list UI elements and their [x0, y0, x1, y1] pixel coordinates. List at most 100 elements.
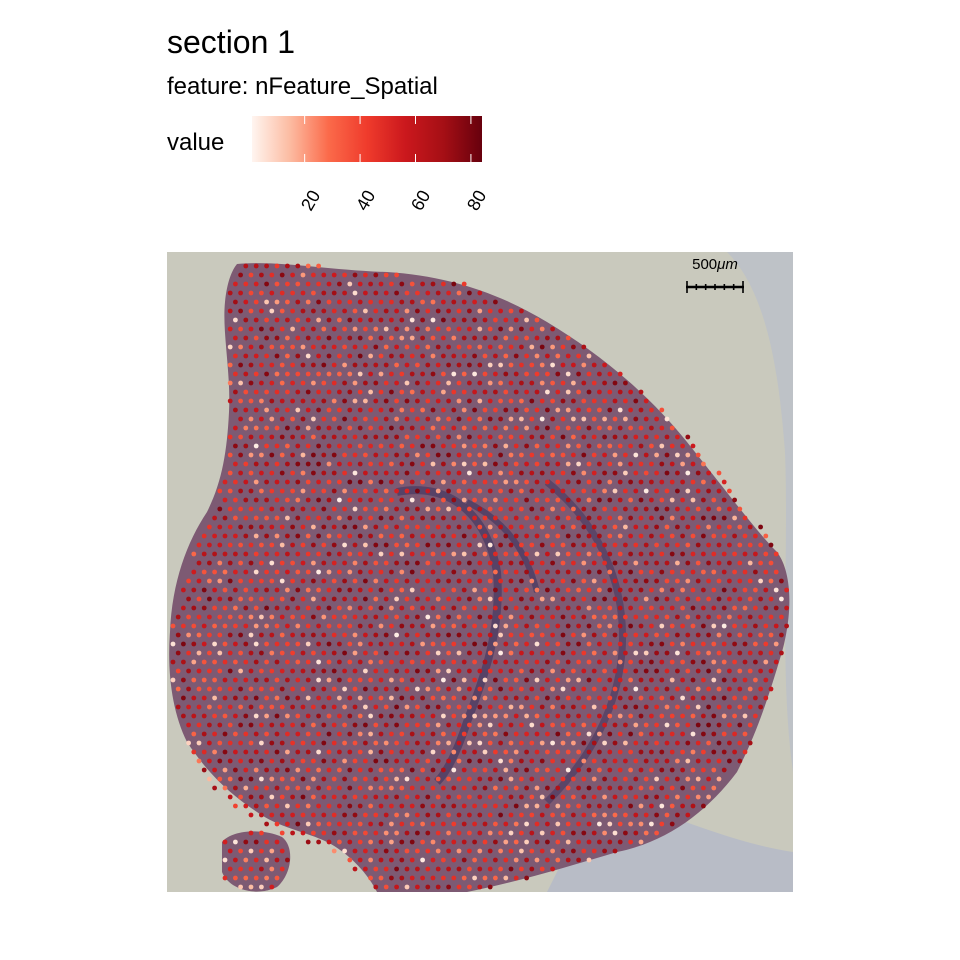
data-point	[597, 461, 602, 467]
data-point	[581, 452, 587, 458]
data-point	[591, 686, 597, 692]
data-point	[331, 650, 337, 656]
data-point	[342, 830, 347, 836]
data-point	[420, 443, 425, 449]
data-point	[259, 740, 264, 746]
data-point	[555, 821, 561, 827]
data-point	[597, 659, 602, 665]
data-point	[373, 848, 379, 854]
data-point	[425, 704, 431, 710]
data-point	[482, 767, 488, 773]
data-point	[659, 803, 665, 809]
data-point	[612, 686, 618, 692]
data-point	[565, 785, 571, 791]
data-point	[747, 740, 753, 746]
data-point	[643, 524, 649, 530]
data-point	[404, 290, 410, 296]
data-point	[456, 560, 462, 566]
data-point	[643, 776, 649, 782]
data-point	[529, 560, 535, 566]
data-point	[477, 704, 483, 710]
data-point	[394, 398, 399, 404]
data-point	[576, 533, 581, 539]
data-point	[529, 614, 535, 620]
data-point	[571, 776, 576, 782]
data-point	[326, 479, 332, 485]
data-point	[305, 497, 311, 503]
data-point	[675, 650, 680, 656]
data-point	[399, 497, 405, 503]
data-point	[602, 704, 607, 710]
data-point	[383, 272, 389, 278]
data-point	[519, 578, 524, 584]
data-point	[368, 821, 373, 827]
data-point	[415, 578, 420, 584]
data-point	[602, 506, 607, 512]
data-point	[643, 488, 649, 494]
data-point	[524, 533, 529, 539]
data-point	[586, 389, 592, 395]
data-point	[638, 803, 644, 809]
data-point	[716, 488, 722, 494]
data-point	[357, 623, 363, 629]
data-point	[300, 398, 306, 404]
data-point	[285, 767, 290, 773]
data-point	[664, 794, 670, 800]
data-point	[233, 497, 238, 503]
data-point	[243, 659, 249, 665]
data-point	[565, 839, 571, 845]
data-point	[269, 290, 275, 296]
data-point	[607, 605, 613, 611]
data-point	[643, 632, 649, 638]
data-point	[623, 812, 628, 818]
data-point	[685, 650, 691, 656]
data-point	[420, 353, 425, 359]
data-point	[550, 830, 555, 836]
data-point	[675, 794, 680, 800]
data-point	[207, 668, 212, 674]
data-point	[352, 560, 358, 566]
data-point	[597, 821, 602, 827]
data-point	[352, 272, 358, 278]
data-point	[591, 848, 597, 854]
data-point	[274, 749, 280, 755]
data-point	[586, 767, 592, 773]
data-point	[389, 785, 394, 791]
data-point	[311, 704, 316, 710]
data-point	[690, 623, 696, 629]
data-point	[435, 650, 441, 656]
data-point	[706, 524, 711, 530]
data-point	[695, 650, 701, 656]
data-point	[347, 695, 353, 701]
data-point	[409, 641, 415, 647]
data-point	[498, 668, 503, 674]
data-point	[555, 731, 561, 737]
data-point	[181, 677, 186, 683]
data-point	[472, 443, 477, 449]
data-point	[461, 641, 467, 647]
data-point	[279, 290, 285, 296]
data-point	[191, 749, 197, 755]
data-point	[513, 569, 519, 575]
data-point	[347, 443, 353, 449]
data-point	[711, 713, 717, 719]
data-point	[373, 812, 379, 818]
data-point	[675, 596, 680, 602]
data-point	[337, 731, 342, 737]
data-point	[472, 353, 477, 359]
data-point	[441, 785, 446, 791]
data-point	[513, 839, 519, 845]
data-point	[638, 461, 644, 467]
data-point	[238, 272, 243, 278]
data-point	[643, 830, 649, 836]
data-point	[742, 677, 748, 683]
data-point	[498, 560, 503, 566]
data-point	[227, 776, 233, 782]
data-point	[519, 380, 524, 386]
data-point	[217, 740, 223, 746]
data-point	[253, 299, 259, 305]
data-point	[363, 506, 368, 512]
data-point	[519, 758, 524, 764]
data-point	[513, 587, 519, 593]
data-point	[571, 758, 576, 764]
